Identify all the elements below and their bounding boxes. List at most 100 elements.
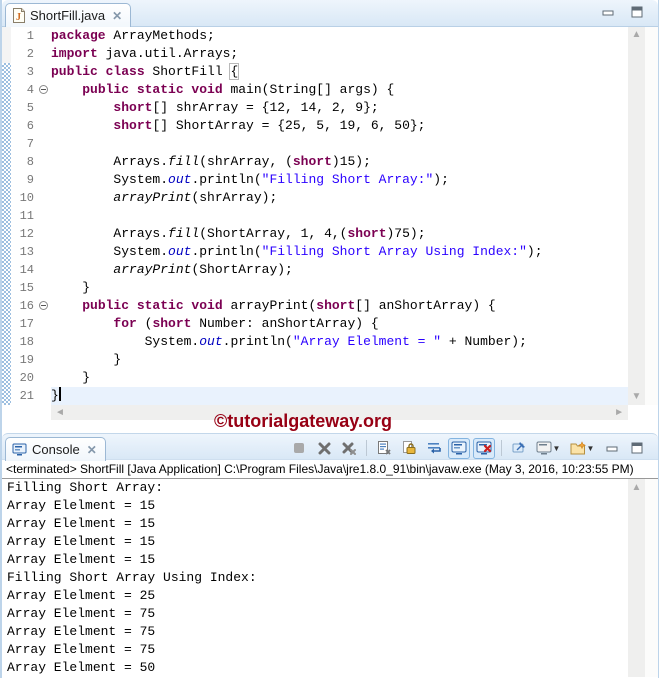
code-line[interactable]: 14 arrayPrint(ShortArray); bbox=[11, 261, 628, 279]
chevron-down-icon[interactable]: ▼ bbox=[553, 444, 561, 453]
code-text[interactable] bbox=[51, 135, 628, 153]
code-line[interactable]: 18 System.out.println("Array Elelment = … bbox=[11, 333, 628, 351]
scroll-lock-icon[interactable] bbox=[398, 438, 420, 459]
scroll-right-icon[interactable]: ► bbox=[614, 407, 624, 418]
fold-collapse-icon[interactable] bbox=[37, 297, 51, 315]
remove-launch-icon[interactable] bbox=[313, 438, 335, 459]
code-text[interactable]: package ArrayMethods; bbox=[51, 27, 628, 45]
terminate-icon[interactable] bbox=[288, 438, 310, 459]
maximize-view-icon[interactable] bbox=[631, 6, 644, 18]
editor-vertical-scrollbar[interactable]: ▲ ▼ bbox=[628, 27, 645, 405]
code-text[interactable]: short[] shrArray = {12, 14, 2, 9}; bbox=[51, 99, 628, 117]
console-icon bbox=[12, 443, 27, 456]
code-line[interactable]: 17 for (short Number: anShortArray) { bbox=[11, 315, 628, 333]
code-line[interactable]: 20 } bbox=[11, 369, 628, 387]
scroll-left-icon[interactable]: ◄ bbox=[55, 407, 65, 418]
code-line[interactable]: 1 package ArrayMethods; bbox=[11, 27, 628, 45]
quickdiff-ruler bbox=[2, 27, 11, 405]
svg-text:J: J bbox=[16, 12, 21, 23]
text-cursor bbox=[58, 387, 61, 401]
console-output-line: Array Elelment = 75 bbox=[7, 606, 156, 621]
scroll-down-icon[interactable]: ▼ bbox=[632, 392, 642, 402]
console-output-line: Array Elelment = 15 bbox=[7, 534, 156, 549]
code-text[interactable]: } bbox=[51, 351, 628, 369]
code-editor[interactable]: 1 package ArrayMethods; 2 import java.util.… bbox=[2, 27, 658, 405]
code-text[interactable]: Arrays.fill(ShortArray, 1, 4,(short)75); bbox=[51, 225, 628, 243]
code-line[interactable]: 16 public static void arrayPrint(short[]… bbox=[11, 297, 628, 315]
code-line[interactable]: 11 bbox=[11, 207, 628, 225]
code-text[interactable]: public static void arrayPrint(short[] an… bbox=[51, 297, 628, 315]
scroll-up-icon[interactable]: ▲ bbox=[632, 30, 642, 40]
fold-ruler bbox=[37, 351, 51, 369]
fold-ruler bbox=[37, 153, 51, 171]
code-text[interactable]: arrayPrint(ShortArray); bbox=[51, 261, 628, 279]
remove-all-terminated-icon[interactable] bbox=[338, 438, 360, 459]
open-console-icon[interactable]: ▼ bbox=[566, 438, 598, 459]
code-text[interactable]: for (short Number: anShortArray) { bbox=[51, 315, 628, 333]
code-line[interactable]: 5 short[] shrArray = {12, 14, 2, 9}; bbox=[11, 99, 628, 117]
tab-close-icon[interactable]: ✕ bbox=[112, 9, 122, 23]
fold-ruler bbox=[37, 207, 51, 225]
code-line[interactable]: 6 short[] ShortArray = {25, 5, 19, 6, 50… bbox=[11, 117, 628, 135]
code-text[interactable] bbox=[51, 207, 628, 225]
fold-ruler bbox=[37, 333, 51, 351]
code-text[interactable]: } bbox=[51, 387, 628, 405]
code-text[interactable]: public class ShortFill { bbox=[51, 63, 628, 81]
console-output[interactable]: Filling Short Array: Array Elelment = 15 A… bbox=[2, 479, 628, 677]
code-text[interactable]: System.out.println("Array Elelment = " +… bbox=[51, 333, 628, 351]
fold-ruler bbox=[37, 27, 51, 45]
line-number: 15 bbox=[19, 281, 34, 295]
line-number: 5 bbox=[26, 101, 34, 115]
code-lines[interactable]: 1 package ArrayMethods; 2 import java.util.… bbox=[11, 27, 628, 405]
fold-ruler bbox=[37, 135, 51, 153]
code-line[interactable]: 15 } bbox=[11, 279, 628, 297]
show-stdout-icon[interactable] bbox=[448, 437, 470, 459]
console-vertical-scrollbar[interactable]: ▲ bbox=[628, 479, 645, 677]
fold-collapse-icon[interactable] bbox=[37, 81, 51, 99]
pin-console-icon[interactable] bbox=[508, 438, 530, 459]
display-selected-console-icon[interactable]: ▼ bbox=[533, 438, 563, 459]
code-line[interactable]: 10 arrayPrint(shrArray); bbox=[11, 189, 628, 207]
minimize-console-icon[interactable] bbox=[601, 438, 623, 459]
maximize-console-icon[interactable] bbox=[626, 438, 648, 459]
code-line[interactable]: 7 bbox=[11, 135, 628, 153]
tab-shortfill-java[interactable]: J ShortFill.java ✕ bbox=[5, 3, 132, 27]
code-text[interactable]: System.out.println("Filling Short Array:… bbox=[51, 171, 628, 189]
tab-console[interactable]: Console ✕ bbox=[5, 437, 106, 461]
code-text[interactable]: System.out.println("Filling Short Array … bbox=[51, 243, 628, 261]
scroll-up-icon[interactable]: ▲ bbox=[632, 483, 642, 493]
fold-ruler bbox=[37, 279, 51, 297]
minimize-view-icon[interactable] bbox=[602, 7, 615, 17]
code-line[interactable]: 3 public class ShortFill { bbox=[11, 63, 628, 81]
line-number: 8 bbox=[26, 155, 34, 169]
code-text[interactable]: } bbox=[51, 369, 628, 387]
console-output-line: Array Elelment = 15 bbox=[7, 516, 156, 531]
code-text[interactable]: public static void main(String[] args) { bbox=[51, 81, 628, 99]
show-stderr-icon[interactable] bbox=[473, 437, 495, 459]
code-line[interactable]: 2 import java.util.Arrays; bbox=[11, 45, 628, 63]
code-line[interactable]: 19 } bbox=[11, 351, 628, 369]
line-number: 4 bbox=[26, 83, 34, 97]
clear-console-icon[interactable] bbox=[373, 438, 395, 459]
fold-ruler bbox=[37, 261, 51, 279]
console-tab-close-icon[interactable]: ✕ bbox=[87, 443, 97, 457]
code-line[interactable]: 8 Arrays.fill(shrArray, (short)15); bbox=[11, 153, 628, 171]
line-number: 20 bbox=[19, 371, 34, 385]
line-number: 14 bbox=[19, 263, 34, 277]
code-line[interactable]: 12 Arrays.fill(ShortArray, 1, 4,(short)7… bbox=[11, 225, 628, 243]
code-text[interactable]: short[] ShortArray = {25, 5, 19, 6, 50}; bbox=[51, 117, 628, 135]
eclipse-window: J ShortFill.java ✕ 1 package ArrayMethods… bbox=[0, 0, 659, 678]
code-text[interactable]: } bbox=[51, 279, 628, 297]
code-line[interactable]: 13 System.out.println("Filling Short Arr… bbox=[11, 243, 628, 261]
code-line[interactable]: 21} bbox=[11, 387, 628, 405]
fold-ruler bbox=[37, 45, 51, 63]
fold-ruler bbox=[37, 225, 51, 243]
line-number: 1 bbox=[26, 29, 34, 43]
code-line[interactable]: 4 public static void main(String[] args)… bbox=[11, 81, 628, 99]
code-text[interactable]: Arrays.fill(shrArray, (short)15); bbox=[51, 153, 628, 171]
code-line[interactable]: 9 System.out.println("Filling Short Arra… bbox=[11, 171, 628, 189]
code-text[interactable]: import java.util.Arrays; bbox=[51, 45, 628, 63]
word-wrap-icon[interactable] bbox=[423, 438, 445, 459]
chevron-down-icon[interactable]: ▼ bbox=[587, 444, 595, 453]
code-text[interactable]: arrayPrint(shrArray); bbox=[51, 189, 628, 207]
